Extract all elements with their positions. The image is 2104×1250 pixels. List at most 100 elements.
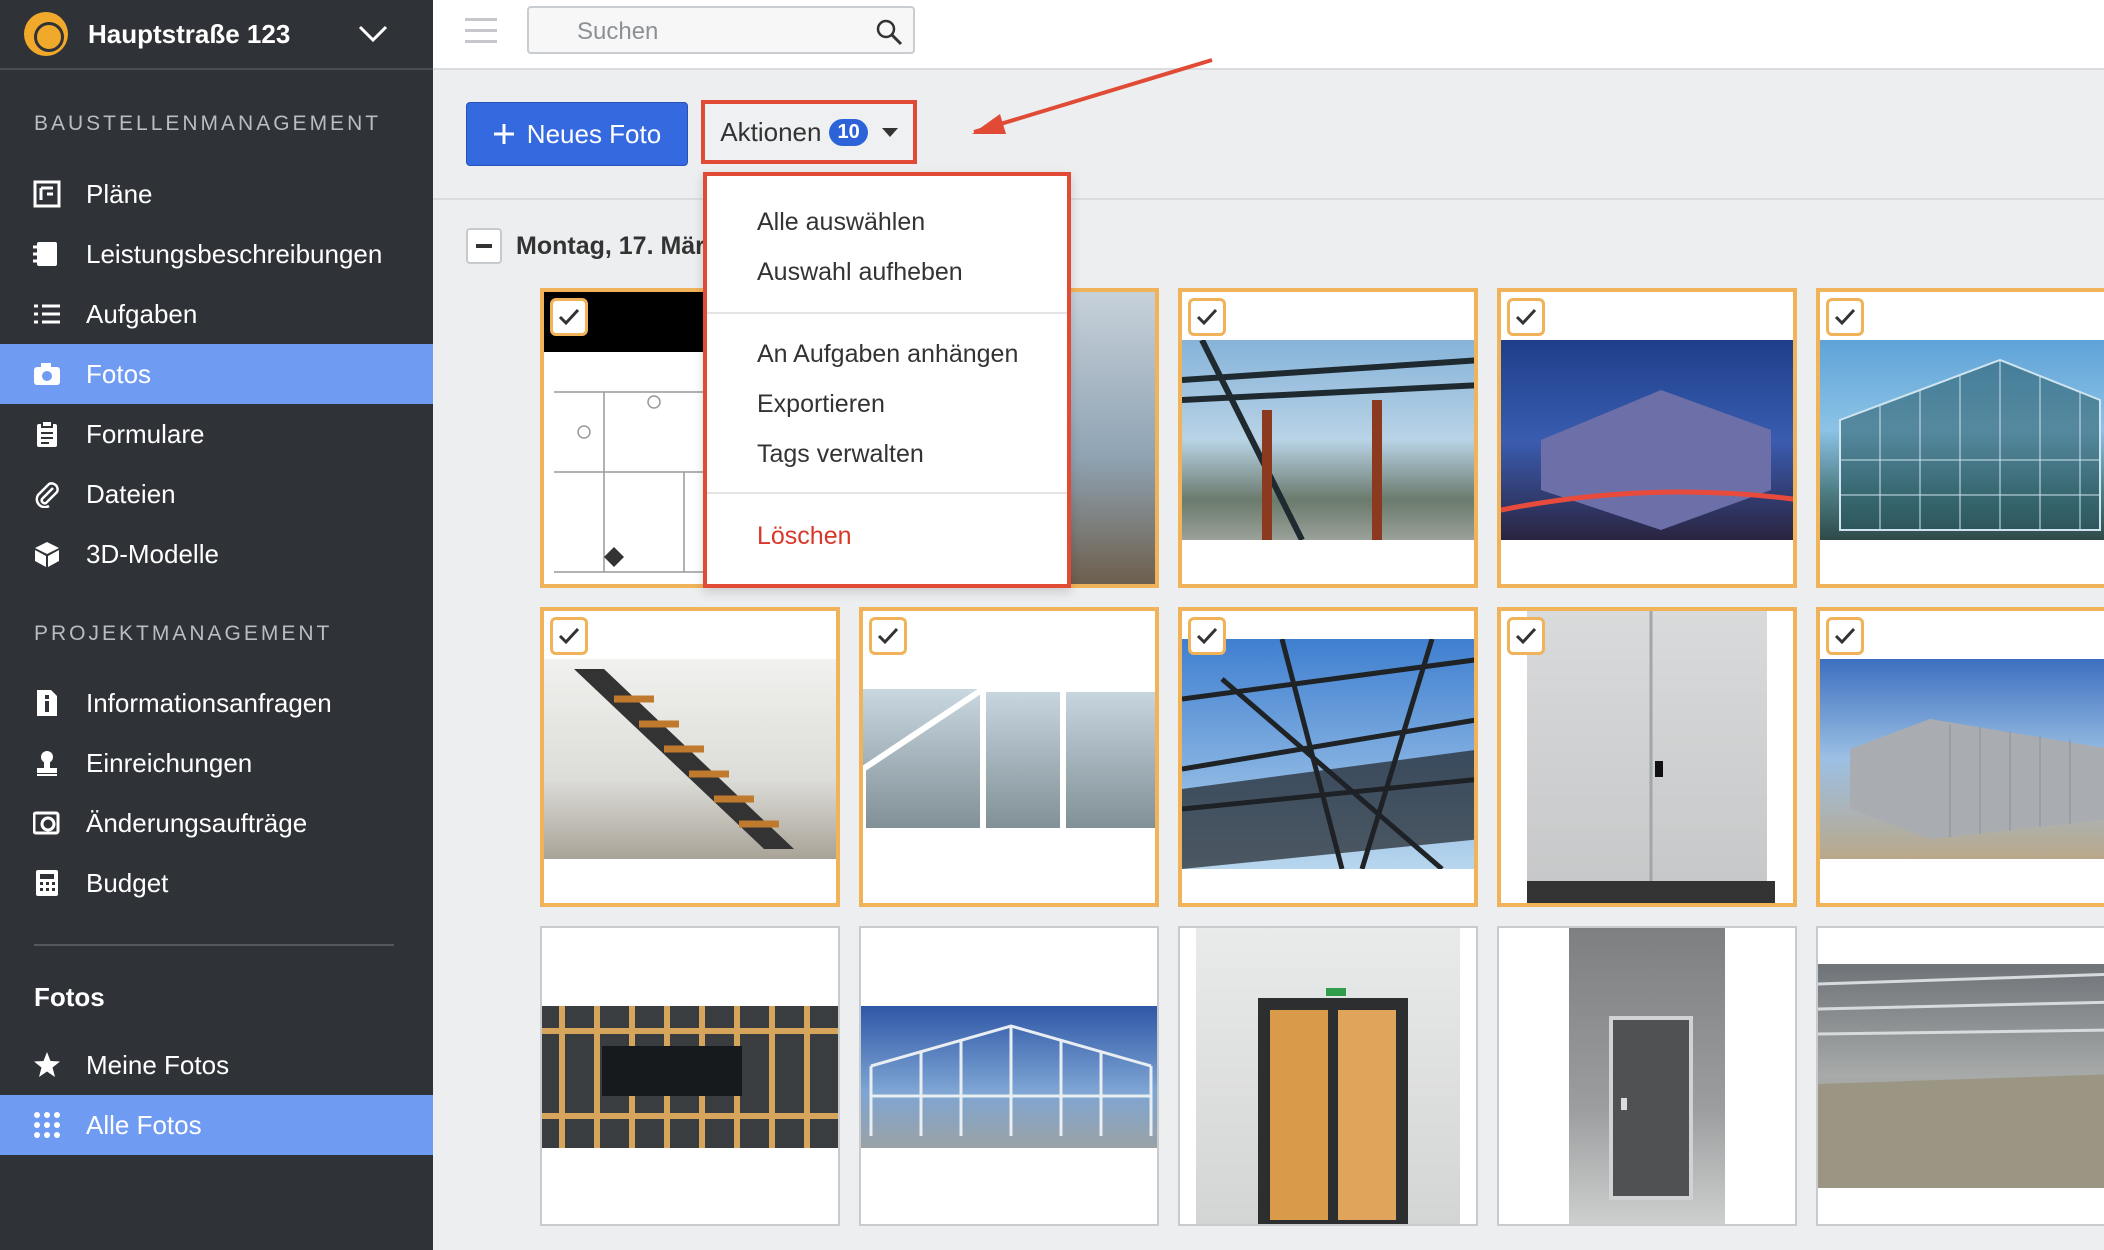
photo-tile[interactable]: [540, 607, 840, 907]
menu-item-manage-tags[interactable]: Tags verwalten: [757, 440, 924, 469]
sidebar: Hauptstraße 123 BAUSTELLENMANAGEMENT Plä…: [0, 0, 433, 1250]
section-title-photos: Fotos: [34, 982, 105, 1012]
list-icon: [32, 299, 62, 329]
checkbox-checked-icon[interactable]: [1507, 298, 1545, 336]
checkbox-checked-icon[interactable]: [1507, 617, 1545, 655]
star-icon: [32, 1050, 62, 1080]
photo-tile[interactable]: [859, 926, 1159, 1226]
project-name: Hauptstraße 123: [88, 18, 291, 49]
checkbox-checked-icon[interactable]: [869, 617, 907, 655]
paperclip-icon: [32, 479, 62, 509]
action-bar: Neues Foto Aktionen 10: [433, 72, 2104, 200]
project-logo-icon: [24, 12, 68, 56]
chevron-down-icon[interactable]: [353, 14, 393, 54]
photo-tile[interactable]: [1497, 926, 1797, 1226]
menu-item-export[interactable]: Exportieren: [757, 390, 885, 419]
checkbox-checked-icon[interactable]: [550, 617, 588, 655]
menu-divider: [707, 312, 1067, 314]
sidebar-item-all-photos[interactable]: Alle Fotos: [0, 1095, 433, 1155]
section-title-project: PROJEKTMANAGEMENT: [34, 622, 333, 645]
menu-item-attach-to-tasks[interactable]: An Aufgaben anhängen: [757, 340, 1018, 369]
photo-thumbnail: [1196, 928, 1460, 1224]
sidebar-item-forms[interactable]: Formulare: [0, 404, 433, 464]
sidebar-item-change-orders[interactable]: Änderungsaufträge: [0, 793, 433, 853]
photo-thumbnail: [1182, 638, 1474, 871]
menu-divider: [707, 492, 1067, 494]
photo-thumbnail: [861, 1006, 1157, 1148]
actions-dropdown-menu: Alle auswählen Auswahl aufheben An Aufga…: [703, 172, 1071, 588]
checkbox-checked-icon[interactable]: [1826, 298, 1864, 336]
sidebar-item-3d-models[interactable]: 3D-Modelle: [0, 524, 433, 584]
photo-thumbnail: [1527, 611, 1775, 903]
actions-dropdown-button[interactable]: Aktionen 10: [701, 100, 917, 164]
photo-thumbnail: [544, 659, 836, 859]
section-title-site: BAUSTELLENMANAGEMENT: [34, 112, 382, 135]
actions-label: Aktionen: [720, 116, 822, 147]
sidebar-item-label: Budget: [86, 867, 169, 898]
specs-icon: [32, 239, 62, 269]
sidebar-item-files[interactable]: Dateien: [0, 464, 433, 524]
sidebar-item-label: Pläne: [86, 178, 153, 209]
menu-item-delete[interactable]: Löschen: [757, 522, 852, 551]
date-group-header: Montag, 17. Mär: [466, 228, 705, 264]
photo-tile[interactable]: [1816, 926, 2104, 1226]
search-icon[interactable]: [875, 18, 903, 51]
sidebar-item-budget[interactable]: Budget: [0, 853, 433, 913]
sidebar-item-tasks[interactable]: Aufgaben: [0, 284, 433, 344]
sidebar-item-label: Fotos: [86, 358, 152, 389]
photo-tile[interactable]: [540, 926, 840, 1226]
menu-item-deselect[interactable]: Auswahl aufheben: [757, 258, 963, 287]
selection-count-badge: 10: [829, 118, 868, 146]
menu-icon[interactable]: [465, 18, 497, 44]
sidebar-item-plans[interactable]: Pläne: [0, 164, 433, 224]
sidebar-item-label: Leistungsbeschreibungen: [86, 238, 383, 269]
checkbox-checked-icon[interactable]: [550, 298, 588, 336]
photo-tile[interactable]: [1497, 607, 1797, 907]
photo-tile[interactable]: [859, 607, 1159, 907]
sidebar-item-label: Informationsanfragen: [86, 687, 332, 718]
photo-tile[interactable]: [1816, 288, 2104, 588]
sidebar-item-specs[interactable]: Leistungsbeschreibungen: [0, 224, 433, 284]
sidebar-item-label: Aufgaben: [86, 298, 198, 329]
cube-icon: [32, 539, 62, 569]
sidebar-item-my-photos[interactable]: Meine Fotos: [0, 1035, 433, 1095]
photo-thumbnail: [1501, 340, 1793, 540]
checkbox-checked-icon[interactable]: [1188, 298, 1226, 336]
project-switcher[interactable]: Hauptstraße 123: [0, 0, 433, 70]
new-photo-button[interactable]: Neues Foto: [466, 102, 688, 166]
photo-tile[interactable]: [1816, 607, 2104, 907]
top-bar: Suchen: [433, 0, 2104, 70]
photo-thumbnail: [1820, 659, 2104, 859]
sidebar-item-label: Änderungsaufträge: [86, 807, 308, 838]
clipboard-icon: [32, 419, 62, 449]
sidebar-item-label: Alle Fotos: [86, 1109, 202, 1140]
collapse-icon[interactable]: [466, 228, 502, 264]
photo-thumbnail: [542, 1006, 838, 1148]
info-icon: [32, 688, 62, 718]
photo-tile[interactable]: [1178, 926, 1478, 1226]
date-group-label: Montag, 17. Mär: [516, 231, 705, 260]
sidebar-item-label: 3D-Modelle: [86, 538, 219, 569]
photo-thumbnail: [1820, 340, 2104, 540]
sidebar-item-photos[interactable]: Fotos: [0, 344, 433, 404]
sidebar-item-label: Einreichungen: [86, 747, 253, 778]
sidebar-divider: [34, 944, 394, 946]
photo-thumbnail: [1182, 338, 1474, 542]
search-placeholder: Suchen: [577, 18, 659, 45]
sidebar-item-label: Formulare: [86, 418, 205, 449]
grid-icon: [32, 1110, 62, 1140]
photo-tile[interactable]: [1178, 288, 1478, 588]
checkbox-checked-icon[interactable]: [1826, 617, 1864, 655]
photo-tile[interactable]: [1497, 288, 1797, 588]
photo-thumbnail: [863, 686, 1155, 834]
checkbox-checked-icon[interactable]: [1188, 617, 1226, 655]
photo-tile[interactable]: [1178, 607, 1478, 907]
sidebar-item-rfis[interactable]: Informationsanfragen: [0, 673, 433, 733]
search-input[interactable]: Suchen: [527, 6, 915, 54]
change-icon: [32, 808, 62, 838]
annotation-arrow-icon: [972, 58, 1213, 134]
sidebar-item-submittals[interactable]: Einreichungen: [0, 733, 433, 793]
stamp-icon: [32, 748, 62, 778]
photo-thumbnail: [1569, 928, 1725, 1224]
menu-item-select-all[interactable]: Alle auswählen: [757, 208, 925, 237]
